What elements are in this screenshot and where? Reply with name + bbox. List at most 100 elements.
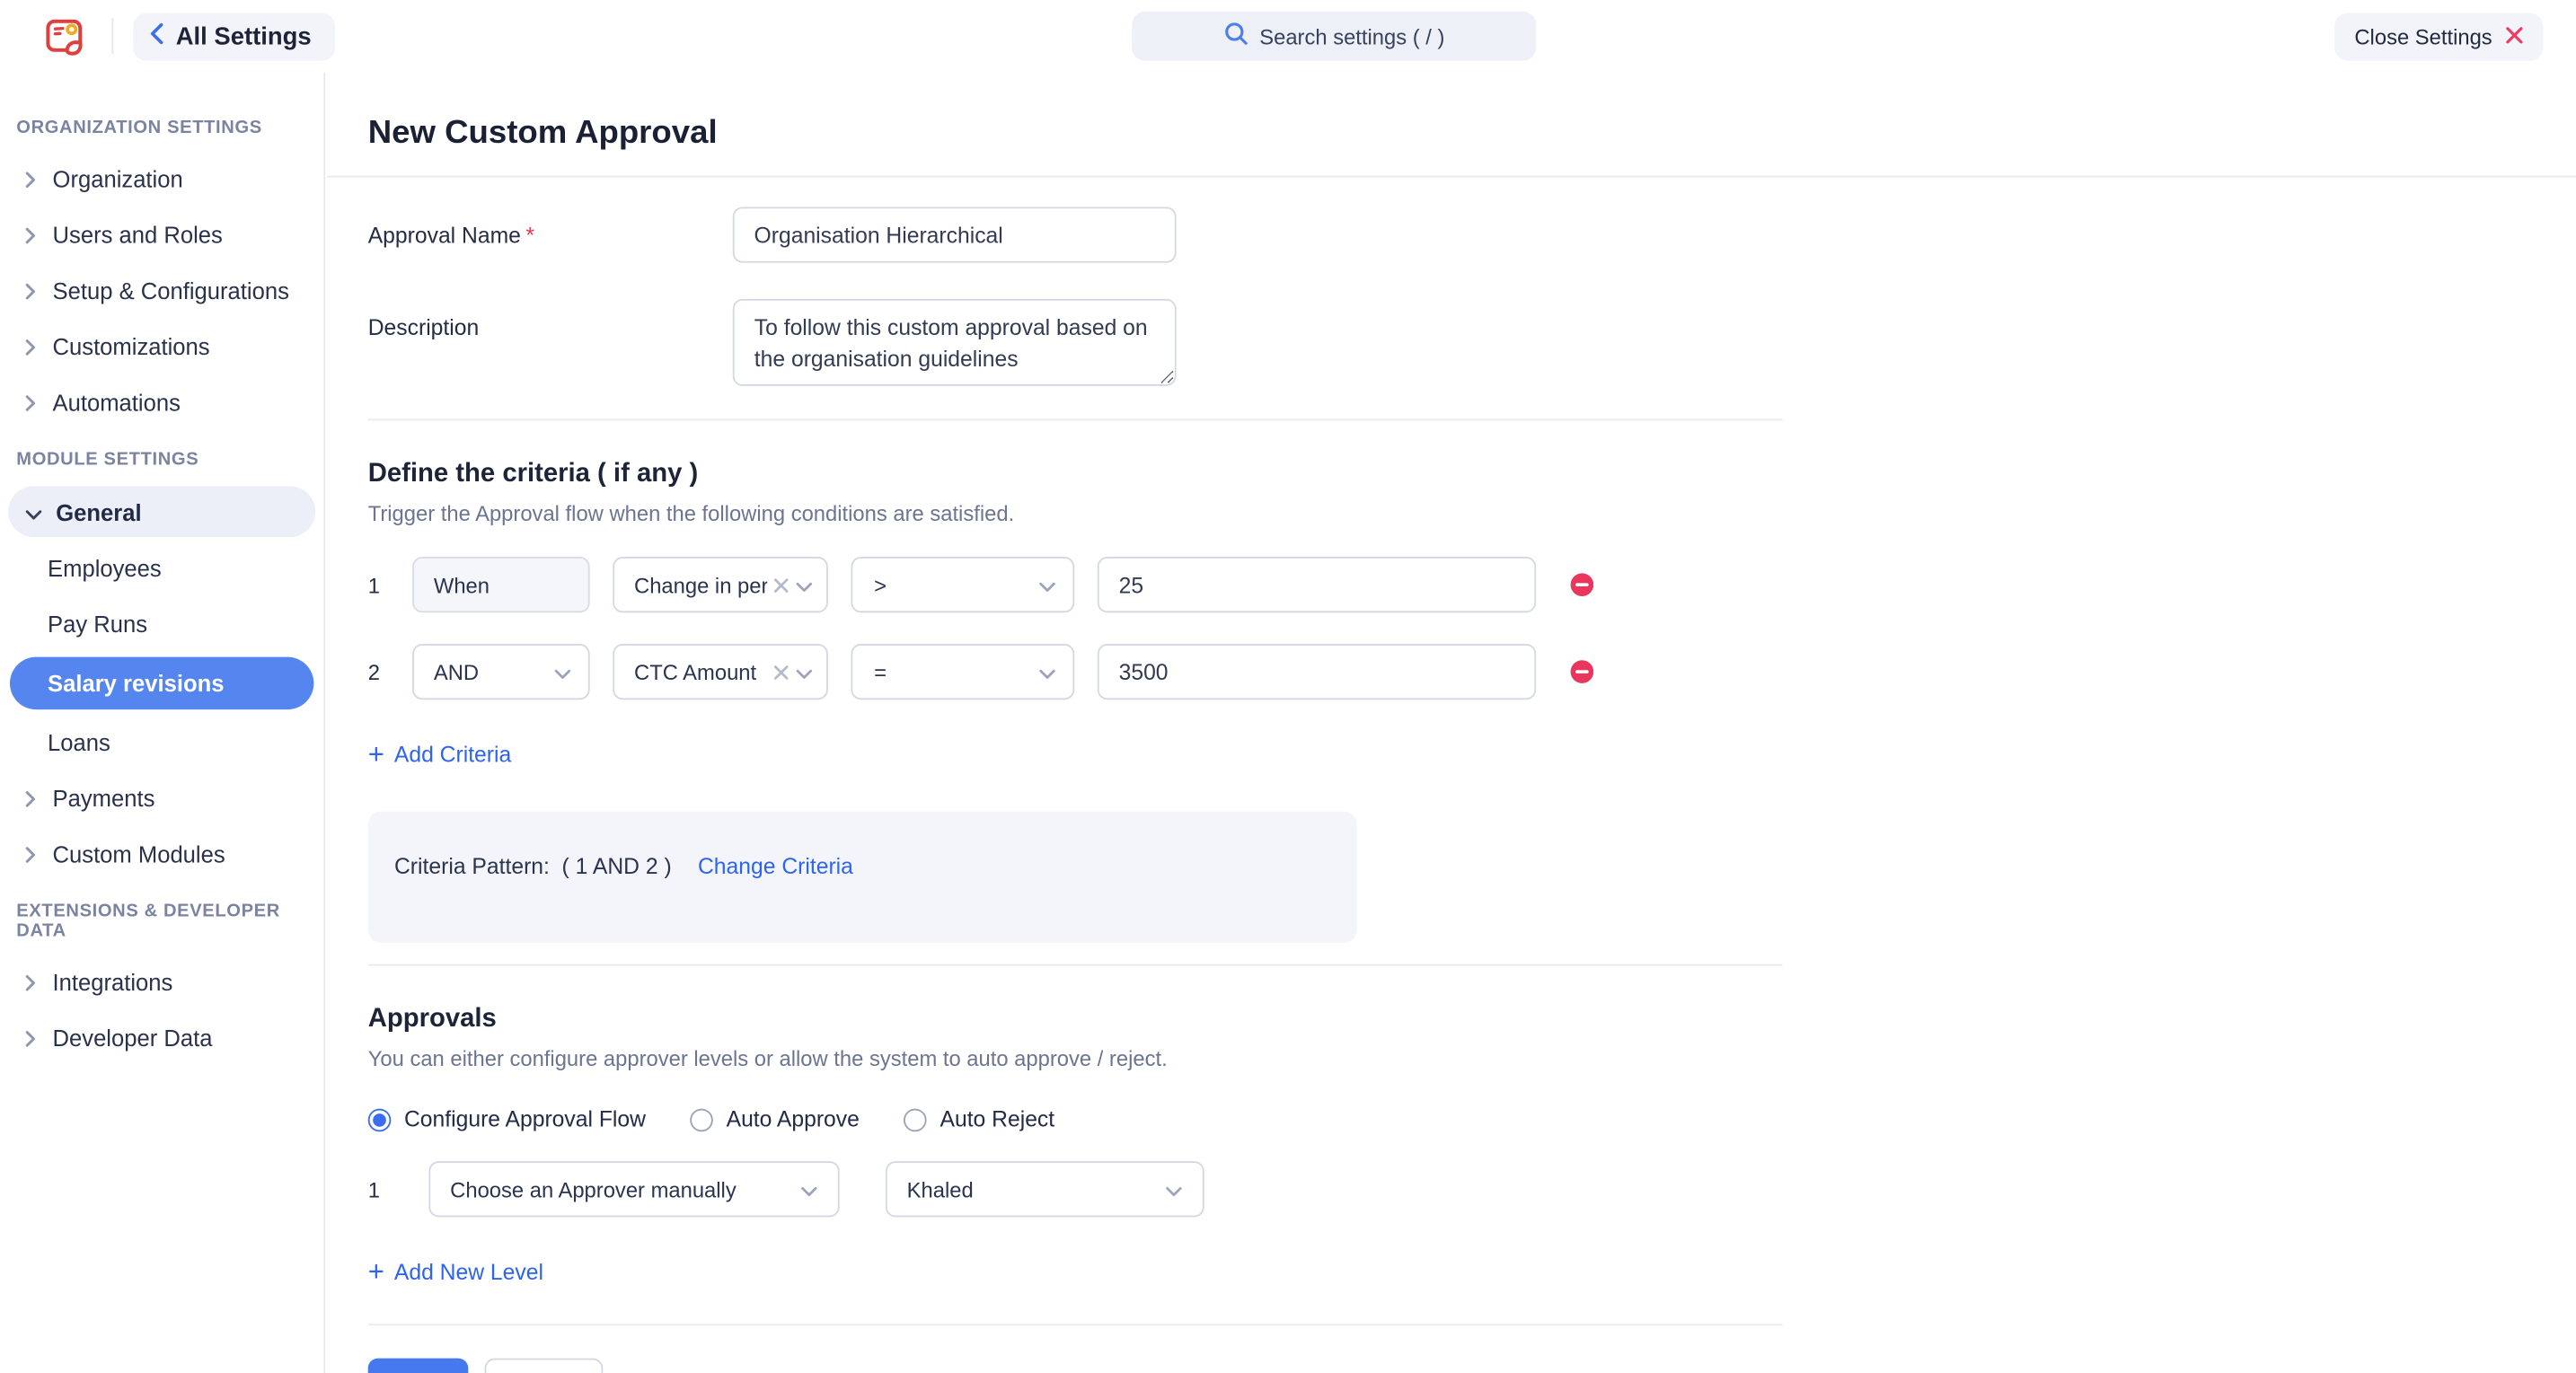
- sidebar-item-employees[interactable]: Employees: [0, 541, 323, 596]
- chevron-down-icon: [795, 572, 813, 596]
- page-title: New Custom Approval: [368, 115, 2576, 153]
- sidebar-item-automations[interactable]: Automations: [0, 374, 323, 430]
- radio-configure-approval-flow[interactable]: Configure Approval Flow: [368, 1107, 646, 1131]
- description-label: Description: [368, 299, 733, 386]
- sidebar-item-label: Automations: [53, 389, 181, 415]
- divider: [368, 418, 1783, 420]
- criteria-connector-static: When: [412, 557, 590, 612]
- chevron-down-icon: [1165, 1177, 1183, 1201]
- remove-criteria-icon[interactable]: [1571, 660, 1594, 683]
- sidebar-item-label: Integrations: [53, 969, 173, 995]
- remove-criteria-icon[interactable]: [1571, 573, 1594, 596]
- divider: [368, 1324, 1783, 1325]
- search-settings-input[interactable]: Search settings ( / ): [1132, 12, 1536, 61]
- payroll-app-logo-icon[interactable]: [40, 12, 89, 61]
- criteria-value-field[interactable]: [1098, 644, 1536, 700]
- section-title-extensions-developer-data: EXTENSIONS & DEVELOPER DATA: [0, 882, 323, 954]
- sidebar-item-setup-configurations[interactable]: Setup & Configurations: [0, 263, 323, 319]
- sidebar-item-label: Salary revisions: [48, 670, 224, 696]
- sidebar-item-general[interactable]: General: [8, 486, 315, 537]
- sidebar-item-label: Loans: [48, 729, 110, 755]
- close-settings-button[interactable]: Close Settings: [2334, 13, 2543, 60]
- chevron-down-icon: [1038, 659, 1056, 683]
- criteria-operator-select[interactable]: >: [851, 557, 1074, 612]
- approval-name-row: Approval Name*: [368, 207, 1783, 262]
- add-new-level-link[interactable]: + Add New Level: [368, 1260, 543, 1284]
- section-title-organization-settings: ORGANIZATION SETTINGS: [0, 99, 323, 152]
- approval-mode-options: Configure Approval Flow Auto Approve Aut…: [368, 1107, 1783, 1131]
- criteria-value-field[interactable]: [1098, 557, 1536, 612]
- criteria-pattern-value: ( 1 AND 2 ): [562, 850, 672, 882]
- close-settings-label: Close Settings: [2354, 24, 2492, 48]
- sidebar-item-customizations[interactable]: Customizations: [0, 319, 323, 374]
- level-number: 1: [368, 1177, 429, 1201]
- criteria-field-select[interactable]: CTC Amount: [613, 644, 828, 700]
- save-button[interactable]: Save: [368, 1359, 468, 1373]
- approval-name-field[interactable]: [733, 207, 1177, 262]
- approver-mode-select[interactable]: Choose an Approver manually: [428, 1161, 839, 1217]
- radio-unselected-icon: [690, 1108, 713, 1131]
- approver-level-row-1: 1 Choose an Approver manually Khaled: [368, 1161, 1783, 1217]
- close-icon: [2505, 24, 2523, 48]
- approvals-heading: Approvals: [368, 1005, 1783, 1034]
- divider: [368, 964, 1783, 966]
- plus-icon: +: [368, 744, 384, 766]
- add-criteria-link[interactable]: + Add Criteria: [368, 743, 512, 767]
- criteria-connector-select[interactable]: AND: [412, 644, 590, 700]
- chevron-down-icon: [800, 1177, 818, 1201]
- sidebar-item-label: Customizations: [53, 333, 210, 359]
- chevron-right-icon: [24, 845, 39, 863]
- sidebar-item-label: Setup & Configurations: [53, 277, 289, 304]
- settings-window: All Settings Search settings ( / ) Close…: [0, 0, 2576, 1373]
- radio-auto-approve[interactable]: Auto Approve: [690, 1107, 860, 1131]
- cancel-button[interactable]: Cancel: [484, 1359, 603, 1373]
- clear-icon[interactable]: [773, 659, 788, 683]
- main-content: New Custom Approval Approval Name* Descr…: [327, 72, 2576, 1373]
- sidebar-item-loans[interactable]: Loans: [0, 715, 323, 770]
- chevron-right-icon: [24, 282, 39, 300]
- top-bar: All Settings Search settings ( / ) Close…: [0, 0, 2576, 72]
- clear-icon[interactable]: [773, 572, 788, 596]
- sidebar-item-label: Pay Runs: [48, 611, 147, 637]
- criteria-pattern-label: Criteria Pattern:: [394, 850, 559, 882]
- sidebar-item-label: Custom Modules: [53, 841, 225, 867]
- required-asterisk: *: [525, 224, 534, 248]
- sidebar-item-developer-data[interactable]: Developer Data: [0, 1010, 323, 1066]
- description-field[interactable]: To follow this custom approval based on …: [733, 299, 1177, 386]
- radio-selected-icon: [368, 1108, 392, 1131]
- sidebar-item-payments[interactable]: Payments: [0, 770, 323, 826]
- radio-auto-reject[interactable]: Auto Reject: [904, 1107, 1054, 1131]
- sidebar-item-users-and-roles[interactable]: Users and Roles: [0, 207, 323, 262]
- sidebar-item-custom-modules[interactable]: Custom Modules: [0, 826, 323, 882]
- sidebar-item-integrations[interactable]: Integrations: [0, 955, 323, 1010]
- approver-person-select[interactable]: Khaled: [886, 1161, 1204, 1217]
- chevron-right-icon: [24, 338, 39, 356]
- change-criteria-link[interactable]: Change Criteria: [698, 850, 853, 882]
- criteria-operator-select[interactable]: =: [851, 644, 1074, 700]
- sidebar-item-label: Payments: [53, 785, 155, 811]
- search-icon: [1223, 22, 1248, 51]
- chevron-down-icon: [1038, 572, 1056, 596]
- sidebar-item-salary-revisions[interactable]: Salary revisions: [10, 657, 313, 710]
- criteria-subheading: Trigger the Approval flow when the follo…: [368, 501, 1783, 525]
- sidebar-item-label: General: [56, 498, 141, 524]
- header-divider: [111, 18, 113, 54]
- criteria-row-number: 1: [368, 572, 412, 596]
- chevron-down-icon: [24, 498, 42, 524]
- sidebar-item-label: Organization: [53, 166, 183, 192]
- radio-unselected-icon: [904, 1108, 927, 1131]
- all-settings-back-button[interactable]: All Settings: [133, 13, 334, 60]
- sidebar-item-pay-runs[interactable]: Pay Runs: [0, 596, 323, 652]
- divider: [327, 176, 2576, 178]
- chevron-right-icon: [24, 393, 39, 411]
- back-button-label: All Settings: [176, 22, 312, 50]
- settings-sidebar: ORGANIZATION SETTINGS Organization Users…: [0, 72, 325, 1373]
- form-actions: Save Cancel: [368, 1359, 1783, 1373]
- chevron-right-icon: [24, 1029, 39, 1047]
- sidebar-item-organization[interactable]: Organization: [0, 151, 323, 207]
- custom-approval-form: Approval Name* Description To follow thi…: [368, 207, 1783, 1373]
- plus-icon: +: [368, 1262, 384, 1283]
- chevron-right-icon: [24, 225, 39, 243]
- chevron-right-icon: [24, 789, 39, 807]
- criteria-field-select[interactable]: Change in perc...: [613, 557, 828, 612]
